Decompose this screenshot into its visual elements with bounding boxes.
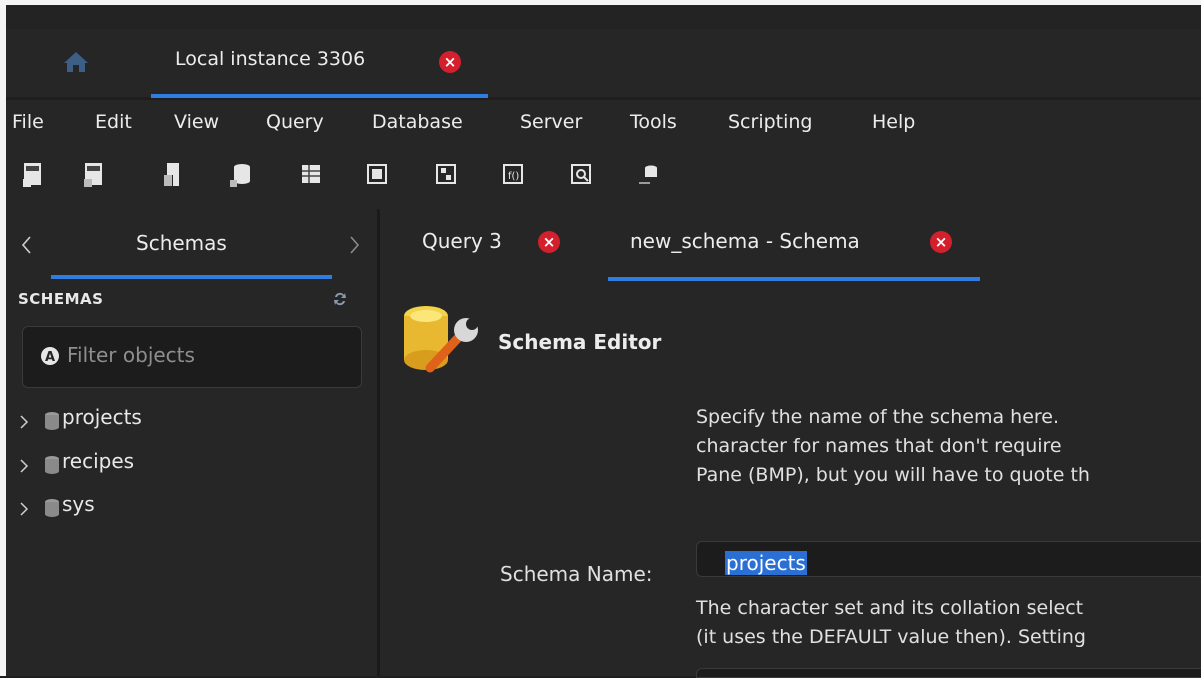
schemas-tab-indicator (51, 275, 332, 279)
schema-label: sys (62, 492, 95, 516)
menu-tools[interactable]: Tools (630, 111, 677, 133)
tab-query-3[interactable]: Query 3 × (400, 209, 590, 281)
create-schema-icon[interactable] (228, 161, 252, 189)
chevron-right-icon[interactable] (19, 501, 29, 517)
close-icon[interactable]: × (930, 231, 952, 253)
schema-label: recipes (62, 449, 135, 473)
reconnect-icon[interactable] (636, 161, 660, 189)
schema-name-description-line: Pane (BMP), but you will have to quote t… (696, 464, 1090, 486)
create-table-icon[interactable] (298, 161, 322, 189)
active-tab-indicator (151, 94, 488, 98)
schemas-tab-header: Schemas (6, 209, 377, 281)
search-icon: A (41, 347, 59, 365)
schema-name-value: projects (725, 551, 807, 575)
chevron-right-icon[interactable] (19, 458, 29, 474)
menu-file[interactable]: File (12, 111, 44, 133)
schema-item-projects[interactable]: projects (6, 405, 377, 439)
title-strip (6, 5, 1201, 29)
home-icon[interactable] (62, 50, 90, 74)
editor-tab-bar: Query 3 × new_schema - Schema × (380, 209, 1201, 281)
database-icon (45, 412, 59, 430)
chevron-left-icon[interactable] (20, 235, 32, 255)
chevron-right-icon[interactable] (349, 235, 361, 255)
schema-item-sys[interactable]: sys (6, 492, 377, 526)
create-function-icon[interactable]: f() (500, 161, 524, 189)
create-procedure-icon[interactable] (433, 161, 457, 189)
svg-text:f(): f() (508, 171, 519, 182)
charset-description-line: (it uses the DEFAULT value then). Settin… (696, 626, 1086, 648)
connection-tab-label: Local instance 3306 (175, 48, 366, 70)
refresh-icon[interactable] (332, 291, 348, 307)
open-sql-script-icon[interactable] (82, 161, 106, 189)
menu-scripting[interactable]: Scripting (728, 111, 813, 133)
schema-item-recipes[interactable]: recipes (6, 449, 377, 483)
svg-text:A: A (45, 350, 55, 365)
tab-schemas[interactable]: Schemas (136, 231, 227, 255)
database-icon (45, 499, 59, 517)
schema-editor-icon (404, 306, 478, 373)
close-icon[interactable]: × (439, 51, 461, 73)
menu-view[interactable]: View (174, 111, 219, 133)
menu-server[interactable]: Server (520, 111, 582, 133)
search-table-data-icon[interactable] (568, 161, 592, 189)
schema-name-input[interactable]: projects (696, 541, 1201, 577)
tab-label: new_schema - Schema (630, 229, 860, 253)
schema-name-description-line: Specify the name of the schema here. (696, 406, 1060, 428)
navigator-panel: Schemas SCHEMAS A Filter objects project… (6, 209, 377, 676)
schema-name-label: Schema Name: (500, 562, 653, 586)
menu-database[interactable]: Database (372, 111, 463, 133)
charset-description-line: The character set and its collation sele… (696, 597, 1084, 619)
filter-placeholder: Filter objects (67, 343, 195, 367)
tab-label: Query 3 (422, 229, 502, 253)
schemas-section-title: SCHEMAS (18, 290, 104, 308)
menu-query[interactable]: Query (266, 111, 324, 133)
chevron-right-icon[interactable] (19, 414, 29, 430)
inspector-icon[interactable] (161, 161, 185, 189)
tab-local-instance[interactable]: Local instance 3306 × (151, 42, 488, 98)
menu-bar: File Edit View Query Database Server Too… (6, 100, 1201, 146)
close-icon[interactable]: × (538, 231, 560, 253)
filter-objects-input[interactable]: A Filter objects (22, 326, 362, 388)
create-view-icon[interactable] (364, 161, 388, 189)
schema-editor-title: Schema Editor (498, 330, 662, 354)
menu-edit[interactable]: Edit (95, 111, 132, 133)
new-sql-tab-icon[interactable] (21, 161, 45, 189)
database-icon (45, 456, 59, 474)
tab-new-schema[interactable]: new_schema - Schema × (608, 209, 980, 281)
schema-name-description-line: character for names that don't require (696, 435, 1062, 457)
charset-select[interactable] (696, 668, 1201, 678)
menu-help[interactable]: Help (872, 111, 915, 133)
toolbar: f() (6, 146, 1201, 209)
schema-label: projects (62, 405, 142, 429)
